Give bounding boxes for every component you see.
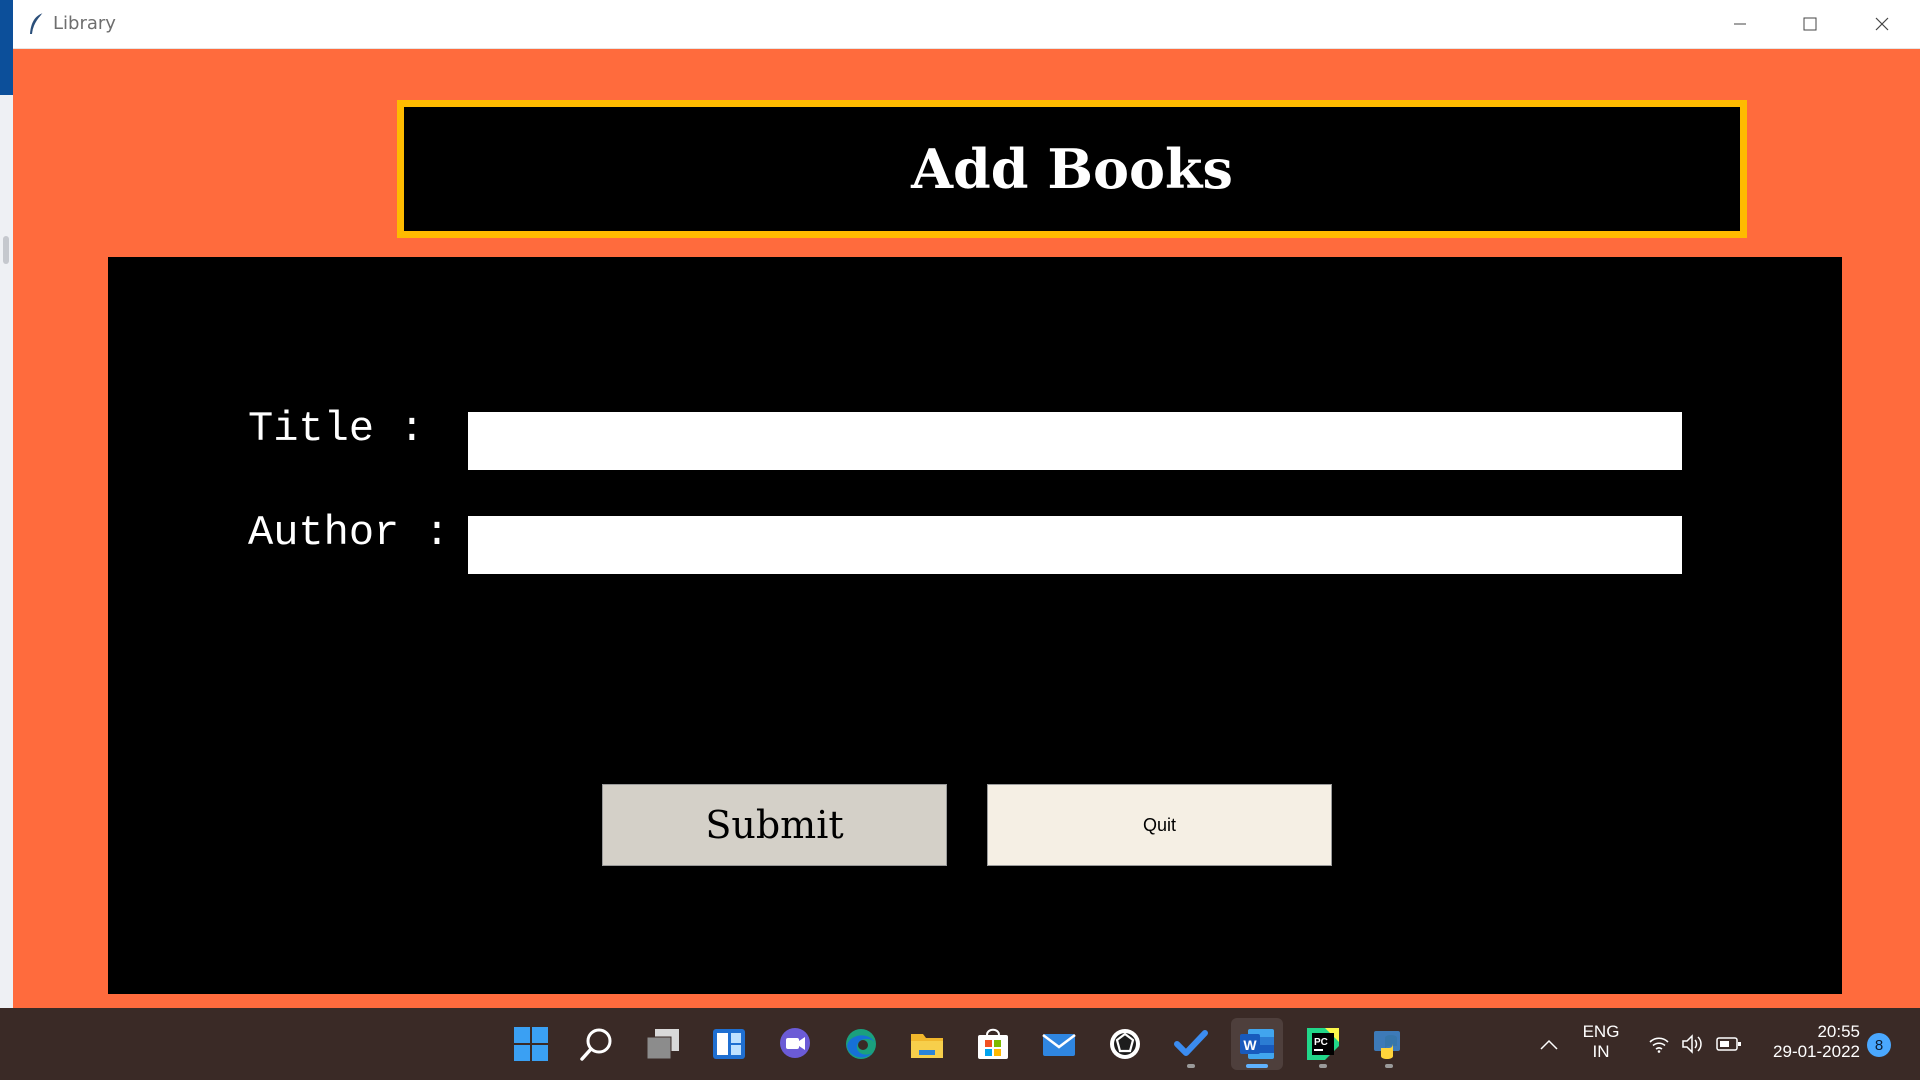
title-label: Title : [248, 405, 425, 453]
todo-icon [1174, 1030, 1208, 1056]
language-region: IN [1592, 1042, 1610, 1061]
word-icon: W [1240, 1029, 1274, 1059]
wifi-button[interactable] [1646, 1032, 1672, 1056]
edge-button[interactable] [835, 1018, 887, 1070]
language-indicator[interactable]: ENG IN [1578, 1022, 1624, 1062]
svg-text:PC: PC [1314, 1037, 1328, 1048]
language-code: ENG [1582, 1022, 1620, 1041]
title-input[interactable] [468, 412, 1682, 470]
desktop-background-edge [0, 0, 14, 1008]
word-button[interactable]: W [1231, 1018, 1283, 1070]
active-indicator [1246, 1064, 1268, 1068]
close-icon [1875, 17, 1889, 31]
store-button[interactable] [967, 1018, 1019, 1070]
window-title: Library [53, 13, 116, 34]
widgets-button[interactable] [703, 1018, 755, 1070]
library-window: Library Add Books Title : Author : Submi… [13, 0, 1920, 1008]
submit-button[interactable]: Submit [602, 784, 947, 866]
wifi-icon [1649, 1037, 1669, 1053]
taskbar: W PC ENG IN 20:55 29-01-2022 [0, 1008, 1920, 1080]
background-scroll-indicator [3, 236, 9, 264]
task-view-icon [646, 1029, 679, 1060]
clock-time: 20:55 [1817, 1022, 1860, 1041]
windows-start-button[interactable] [505, 1018, 557, 1070]
todo-button[interactable] [1165, 1018, 1217, 1070]
search-button[interactable] [571, 1018, 623, 1070]
windows-start-icon [514, 1027, 548, 1061]
python-icon [1374, 1031, 1400, 1059]
mail-button[interactable] [1033, 1018, 1085, 1070]
python-button[interactable] [1363, 1018, 1415, 1070]
search-icon [580, 1028, 612, 1061]
quit-button[interactable]: Quit [987, 784, 1332, 866]
volume-button[interactable] [1680, 1032, 1706, 1056]
chevron-up-icon [1540, 1039, 1558, 1050]
mail-icon [1042, 1034, 1076, 1056]
chat-button[interactable] [769, 1018, 821, 1070]
running-indicator [1187, 1064, 1195, 1068]
store-icon [978, 1028, 1008, 1059]
minimize-button[interactable] [1706, 0, 1774, 48]
desktop-screen: Library Add Books Title : Author : Submi… [0, 0, 1920, 1080]
maximize-icon [1803, 17, 1817, 31]
running-indicator [1319, 1064, 1327, 1068]
close-button[interactable] [1848, 0, 1916, 48]
volume-icon [1682, 1034, 1702, 1054]
edge-icon [846, 1029, 876, 1059]
show-hidden-icons-button[interactable] [1536, 1032, 1562, 1056]
form-panel: Title : Author : Submit Quit [108, 257, 1842, 994]
file-explorer-button[interactable] [901, 1018, 953, 1070]
chat-icon [780, 1028, 810, 1058]
pycharm-icon: PC [1307, 1028, 1339, 1060]
svg-text:W: W [1243, 1037, 1257, 1053]
minimize-icon [1734, 23, 1746, 25]
author-label: Author : [248, 509, 450, 557]
clock-date: 29-01-2022 [1773, 1042, 1860, 1061]
header-banner: Add Books [397, 100, 1747, 238]
battery-icon [1716, 1037, 1741, 1051]
clock[interactable]: 20:55 29-01-2022 [1756, 1022, 1860, 1062]
pycharm-button[interactable]: PC [1297, 1018, 1349, 1070]
running-indicator [1385, 1064, 1393, 1068]
app-icon [1110, 1029, 1140, 1059]
notification-count-badge[interactable]: 8 [1867, 1033, 1891, 1057]
widgets-icon [713, 1029, 745, 1059]
background-window-edge [0, 0, 13, 95]
maximize-button[interactable] [1776, 0, 1844, 48]
battery-button[interactable] [1716, 1032, 1742, 1056]
file-explorer-icon [911, 1034, 943, 1058]
app-button[interactable] [1099, 1018, 1151, 1070]
task-view-button[interactable] [637, 1018, 689, 1070]
page-title: Add Books [911, 137, 1233, 201]
feather-icon [27, 12, 47, 36]
window-titlebar[interactable]: Library [13, 0, 1920, 49]
author-input[interactable] [468, 516, 1682, 574]
